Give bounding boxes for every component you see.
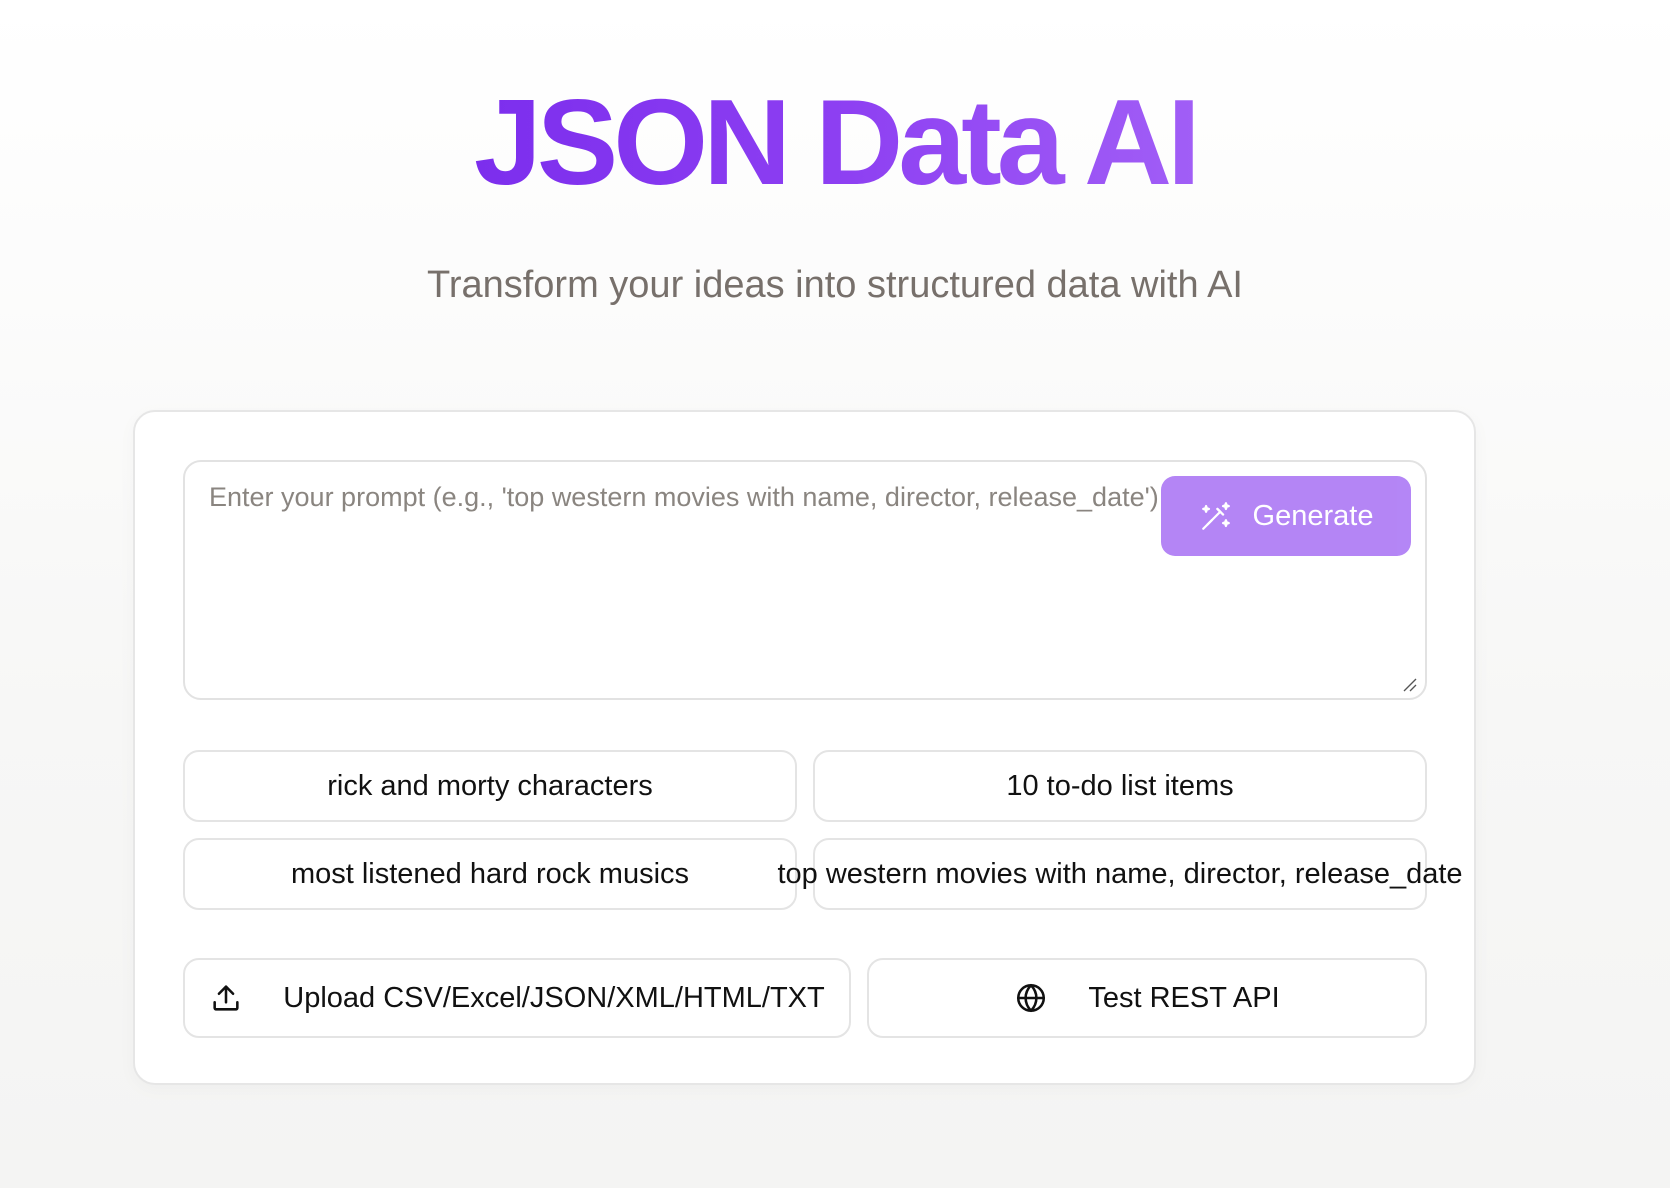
magic-wand-icon (1201, 502, 1230, 530)
suggestion-chip[interactable]: most listened hard rock musics (183, 838, 797, 910)
resize-handle-icon[interactable] (1401, 676, 1417, 692)
upload-icon (213, 985, 239, 1011)
test-api-button[interactable]: Test REST API (867, 958, 1427, 1038)
generate-button[interactable]: Generate (1161, 476, 1411, 556)
page-subtitle: Transform your ideas into structured dat… (427, 264, 1243, 306)
page-title-text: JSON Data AI (474, 74, 1201, 210)
page-title: JSON Data AI (0, 72, 1670, 212)
upload-file-button-label: Upload CSV/Excel/JSON/XML/HTML/TXT (283, 981, 825, 1014)
upload-file-button[interactable]: Upload CSV/Excel/JSON/XML/HTML/TXT (183, 958, 851, 1038)
suggestion-chip[interactable]: top western movies with name, director, … (777, 838, 1463, 910)
suggestion-chip[interactable]: rick and morty characters (183, 750, 797, 822)
generate-button-label: Generate (1252, 499, 1374, 532)
suggestion-chip[interactable]: 10 to-do list items (813, 750, 1427, 822)
globe-icon (1017, 983, 1046, 1013)
prompt-box: Generate (183, 460, 1427, 700)
test-api-button-label: Test REST API (1088, 981, 1280, 1014)
generator-card: Generate rick and morty characters 10 to… (133, 410, 1476, 1085)
